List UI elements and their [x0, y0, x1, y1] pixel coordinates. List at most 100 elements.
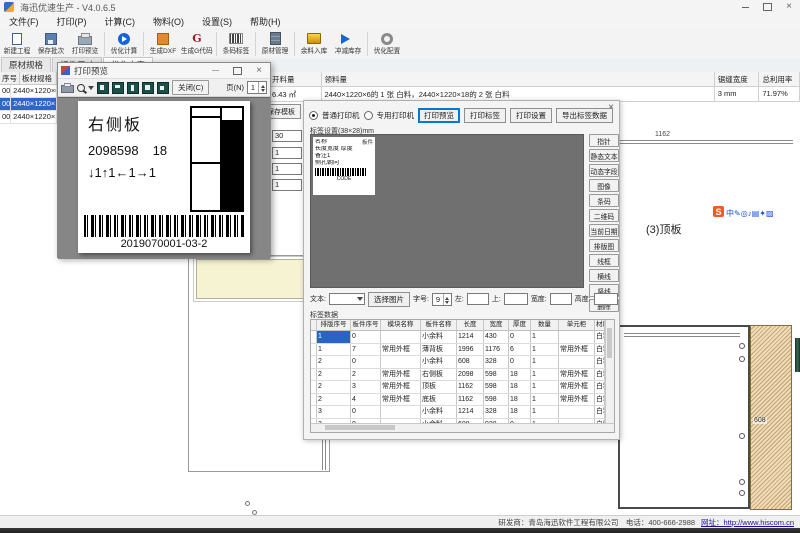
text-combo[interactable] — [329, 293, 365, 305]
label-table-row[interactable]: 2 2 常用外框 右侧板 2098 598 18 1 常用外框 白料 — [311, 369, 614, 382]
label-print-dialog: × 普通打印机 专用打印机 打印预览 打印标签 打印设置 导出标签数据 标签设置… — [303, 100, 620, 440]
ime-toolbar[interactable]: S 中✎◎♪▤✦▨ — [712, 205, 800, 218]
toolbar-material-manage[interactable]: 原材管理 — [258, 30, 292, 58]
page-number-stepper[interactable]: 1 — [247, 81, 267, 94]
designer-tool-button[interactable]: 二维码 — [589, 209, 619, 222]
label-table-row[interactable]: 3 0 小余料 1214 328 18 1 白料 — [311, 406, 614, 419]
preview-close-c-button[interactable]: 关闭(C) — [172, 80, 209, 95]
designer-tool-button[interactable]: 条码 — [589, 194, 619, 207]
page-layout-2-icon[interactable] — [112, 82, 124, 94]
width-input[interactable] — [550, 293, 572, 305]
maximize-button[interactable] — [756, 0, 778, 14]
board-table-row[interactable]: 001 2440×1220×6 — [0, 85, 57, 98]
spin-down-icon[interactable] — [261, 89, 265, 94]
board-table-row[interactable]: 002 2440×1220×18 — [0, 98, 57, 111]
board-table-rows: 001 2440×1220×6 002 2440×1220×18 003 244… — [0, 85, 57, 124]
label-template[interactable]: 板件 名称 长度宽度 厚度 备注1 侧孔朝向 CODE — [313, 137, 375, 195]
page-layout-4-icon[interactable] — [142, 82, 154, 94]
toolbar-optimize-config[interactable]: 优化配置 — [370, 30, 404, 58]
menu-item[interactable]: 设置(S) — [193, 15, 241, 28]
font-size-stepper[interactable]: 9 — [432, 293, 452, 306]
page-layout-1-icon[interactable] — [97, 82, 109, 94]
select-image-button[interactable]: 选择图片 — [368, 292, 410, 307]
designer-tool-button[interactable]: 横线 — [589, 269, 619, 282]
page-layout-5-icon[interactable] — [157, 82, 169, 94]
ime-icon[interactable]: ✦ — [759, 209, 766, 218]
designer-tool-button[interactable]: 指针 — [589, 134, 619, 147]
designer-tool-button[interactable]: 动态字段 — [589, 164, 619, 177]
preview-maximize-button[interactable] — [226, 64, 248, 78]
spin-down-icon[interactable] — [445, 301, 449, 306]
export-label-data-button[interactable]: 导出标签数据 — [556, 108, 613, 123]
print-preview-button[interactable]: 打印预览 — [418, 108, 460, 123]
app-icon — [4, 2, 14, 12]
tab-raw-material[interactable]: 原材规格 — [1, 57, 51, 72]
preview-minimize-button[interactable] — [204, 64, 226, 78]
menu-item[interactable]: 帮助(H) — [241, 15, 290, 28]
menu-item[interactable]: 物料(O) — [144, 15, 193, 28]
label-table-row[interactable]: 2 0 小余料 608 328 0 1 白料 — [311, 356, 614, 369]
left-input[interactable] — [467, 293, 489, 305]
radio-special-printer[interactable] — [364, 111, 373, 120]
designer-tool-button[interactable]: 图像 — [589, 179, 619, 192]
zoom-dropdown-icon[interactable] — [88, 86, 94, 93]
toolbar-new-project[interactable]: 新建工程 — [0, 30, 34, 58]
preview-titlebar[interactable]: 打印预览 × — [58, 63, 270, 79]
scrollbar-thumb[interactable] — [607, 328, 612, 358]
vertical-scrollbar[interactable] — [605, 320, 614, 424]
toolbar-generate-dxf[interactable]: 生成DXF — [146, 30, 180, 58]
label-dimensions: 209859818 — [88, 143, 167, 158]
spin-up-icon[interactable] — [261, 83, 265, 88]
top-input[interactable] — [504, 293, 528, 305]
label-table-row[interactable]: 2 3 常用外框 顶板 1162 598 18 1 常用外框 白料 — [311, 381, 614, 394]
panel-input-1[interactable]: 30 — [272, 130, 302, 142]
panel-spinner[interactable]: 1 — [272, 147, 302, 159]
horizontal-scrollbar[interactable] — [311, 423, 614, 432]
designer-tool-button[interactable]: 排版图 — [589, 239, 619, 252]
scrollbar-thumb[interactable] — [325, 425, 395, 430]
toolbar-print-preview[interactable]: 打印预览 — [68, 30, 102, 58]
minimize-button[interactable] — [734, 0, 756, 14]
print-label-button[interactable]: 打印标签 — [464, 108, 506, 123]
preview-close-button[interactable]: × — [248, 64, 270, 78]
toolbar-save-batch[interactable]: 保存批次 — [34, 30, 68, 58]
spin-up-icon[interactable] — [445, 295, 449, 300]
height-input[interactable] — [594, 293, 618, 305]
label-table-row[interactable]: 1 0 小余料 1214 430 0 1 白料 — [311, 331, 614, 344]
ime-logo-icon[interactable]: S — [713, 206, 724, 217]
board-table-row[interactable]: 003 2440×1220×18 — [0, 111, 57, 124]
zoom-icon[interactable] — [77, 84, 85, 92]
ime-icon[interactable]: ✎ — [734, 209, 741, 218]
layout-line-top — [620, 140, 793, 144]
label-table-row[interactable]: 2 4 常用外框 底板 1162 598 18 1 常用外框 白料 — [311, 394, 614, 407]
ime-icon[interactable]: ◎ — [741, 209, 748, 218]
designer-tool-button[interactable]: 静态文本 — [589, 149, 619, 162]
panel-input-2[interactable]: 1 — [272, 163, 302, 175]
print-settings-button[interactable]: 打印设置 — [510, 108, 552, 123]
print-icon[interactable] — [61, 85, 74, 93]
panel-input-3[interactable]: 1 — [272, 179, 302, 191]
printer-icon — [78, 32, 92, 45]
label-design-canvas[interactable]: 板件 名称 长度宽度 厚度 备注1 侧孔朝向 CODE — [310, 134, 584, 288]
ime-icon[interactable]: ▨ — [766, 209, 774, 218]
toolbar-deduct-stock[interactable]: 冲减库存 — [331, 30, 365, 58]
menu-item[interactable]: 打印(P) — [48, 15, 96, 28]
board-table-header: 序号 板材规格 — [0, 72, 57, 85]
menu-item[interactable]: 文件(F) — [0, 15, 48, 28]
close-button[interactable]: × — [778, 0, 800, 14]
toolbar-optimize-calc[interactable]: 优化计算 — [107, 30, 141, 58]
toolbar-remnant-instock[interactable]: 余料入库 — [297, 30, 331, 58]
label-table-row[interactable]: 1 7 常用外框 薄背板 1996 1176 6 1 常用外框 白料 — [311, 344, 614, 357]
designer-tool-button[interactable]: 线框 — [589, 254, 619, 267]
toolbar-barcode-label[interactable]: 条码标签 — [219, 30, 253, 58]
preview-toolbar: 关闭(C) 页(N) 1 — [58, 79, 270, 97]
element-properties-row: 文本: 选择图片 字号: 9 左: 上: 宽度: 高度: — [310, 293, 618, 305]
designer-tool-button[interactable]: 当前日期 — [589, 224, 619, 237]
radio-normal-printer[interactable] — [309, 111, 318, 120]
menu-item[interactable]: 计算(C) — [96, 15, 145, 28]
ime-icon[interactable]: 中 — [726, 209, 734, 218]
taskbar-edge — [0, 528, 800, 533]
status-website-link[interactable]: 网址：http://www.hiscom.cn — [701, 517, 794, 528]
toolbar-generate-gcode[interactable]: G生成G代码 — [180, 30, 214, 58]
page-layout-3-icon[interactable] — [127, 82, 139, 94]
